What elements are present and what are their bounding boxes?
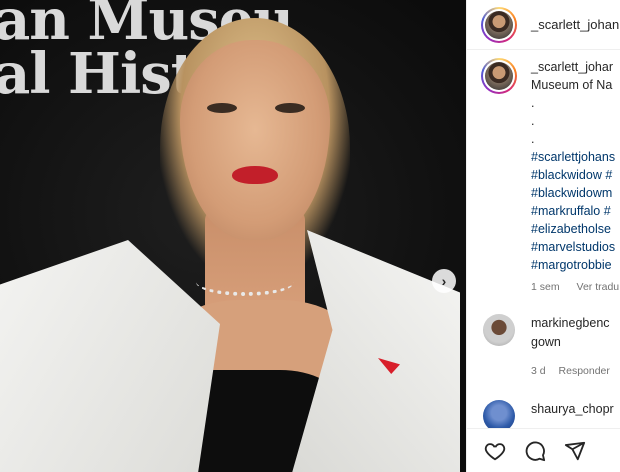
heart-icon bbox=[484, 442, 506, 460]
avatar-image bbox=[485, 10, 513, 39]
comment-item: markinegbenc gown 3 d Responder bbox=[467, 314, 620, 381]
backdrop-text-line-2: al Hist bbox=[0, 41, 197, 107]
photo-lips bbox=[232, 166, 278, 184]
comment-button[interactable] bbox=[523, 439, 547, 463]
hashtag-link[interactable]: #markruffalo # bbox=[531, 202, 620, 220]
caption-line: . bbox=[531, 96, 535, 110]
translate-link[interactable]: Ver tradu bbox=[577, 281, 620, 293]
post-header: _scarlett_johan bbox=[467, 0, 620, 50]
photo-eye-right bbox=[275, 103, 305, 113]
send-icon bbox=[564, 441, 586, 460]
post-sidebar: _scarlett_johan _scarlett_johar Museum o… bbox=[466, 0, 620, 472]
post-actions-bar bbox=[467, 428, 620, 472]
comment-text: gown bbox=[531, 335, 561, 349]
header-username[interactable]: _scarlett_johan bbox=[531, 17, 619, 32]
header-avatar[interactable] bbox=[481, 6, 517, 43]
caption-line: . bbox=[531, 132, 535, 146]
reply-button[interactable]: Responder bbox=[559, 365, 610, 377]
caption-username[interactable]: _scarlett_johar bbox=[531, 58, 620, 76]
photo-necklace bbox=[196, 268, 294, 296]
caption-line: Museum of Na bbox=[531, 78, 613, 92]
caption-time: 1 sem bbox=[531, 281, 560, 293]
comment-username[interactable]: shaurya_chopr bbox=[531, 400, 614, 419]
hashtag-link[interactable]: #scarlettjohans bbox=[531, 148, 620, 166]
chevron-right-icon: › bbox=[441, 273, 447, 289]
hashtag-link[interactable]: #blackwidow # bbox=[531, 166, 620, 184]
caption-meta: 1 sem Ver tradu bbox=[531, 278, 620, 296]
share-button[interactable] bbox=[563, 439, 587, 463]
photo-eye-left bbox=[207, 103, 237, 113]
hashtag-link[interactable]: #marvelstudios bbox=[531, 238, 620, 256]
like-button[interactable] bbox=[483, 439, 507, 463]
comment-time: 3 d bbox=[531, 365, 546, 377]
comment-icon bbox=[525, 441, 546, 461]
post-caption: _scarlett_johar Museum of Na . . . #scar… bbox=[467, 50, 620, 296]
caption-line: . bbox=[531, 114, 535, 128]
hashtag-link[interactable]: #elizabetholse bbox=[531, 220, 620, 238]
hashtag-link[interactable]: #margotrobbie bbox=[531, 256, 620, 274]
comment-avatar[interactable] bbox=[483, 314, 515, 346]
caption-avatar[interactable] bbox=[481, 58, 517, 94]
next-photo-button[interactable]: › bbox=[432, 269, 456, 293]
hashtag-link[interactable]: #blackwidowm bbox=[531, 184, 620, 202]
comment-username[interactable]: markinegbenc bbox=[531, 314, 620, 333]
post-media[interactable]: an Museu al Hist › bbox=[0, 0, 466, 472]
avatar-image bbox=[485, 62, 513, 90]
comment-meta: 3 d Responder bbox=[531, 362, 620, 381]
